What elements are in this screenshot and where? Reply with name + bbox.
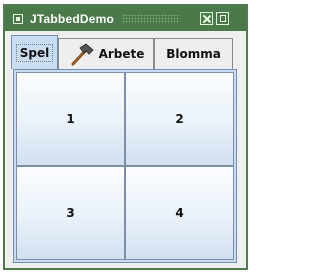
title-bar[interactable]: JTabbedDemo <box>5 6 246 31</box>
button-3[interactable]: 3 <box>16 166 125 260</box>
tab-strip: Spel Arbete Blomma <box>11 35 233 69</box>
button-grid: 1 2 3 4 <box>16 72 234 260</box>
close-icon[interactable] <box>200 12 213 25</box>
button-2[interactable]: 2 <box>125 72 234 166</box>
button-1[interactable]: 1 <box>16 72 125 166</box>
tab-blomma-label: Blomma <box>166 47 221 61</box>
hammer-icon <box>71 43 94 66</box>
tab-spel-label: Spel <box>15 43 54 62</box>
title-bar-grip[interactable] <box>122 13 180 24</box>
window-title: JTabbedDemo <box>30 11 114 26</box>
app-icon[interactable] <box>13 13 23 24</box>
tab-blomma[interactable]: Blomma <box>154 38 233 69</box>
maximize-icon[interactable] <box>216 12 229 25</box>
tab-spel[interactable]: Spel <box>11 35 58 69</box>
tab-arbete[interactable]: Arbete <box>58 38 154 69</box>
tab-content-panel: 1 2 3 4 <box>13 69 237 263</box>
button-4[interactable]: 4 <box>125 166 234 260</box>
tab-arbete-label: Arbete <box>98 47 145 61</box>
